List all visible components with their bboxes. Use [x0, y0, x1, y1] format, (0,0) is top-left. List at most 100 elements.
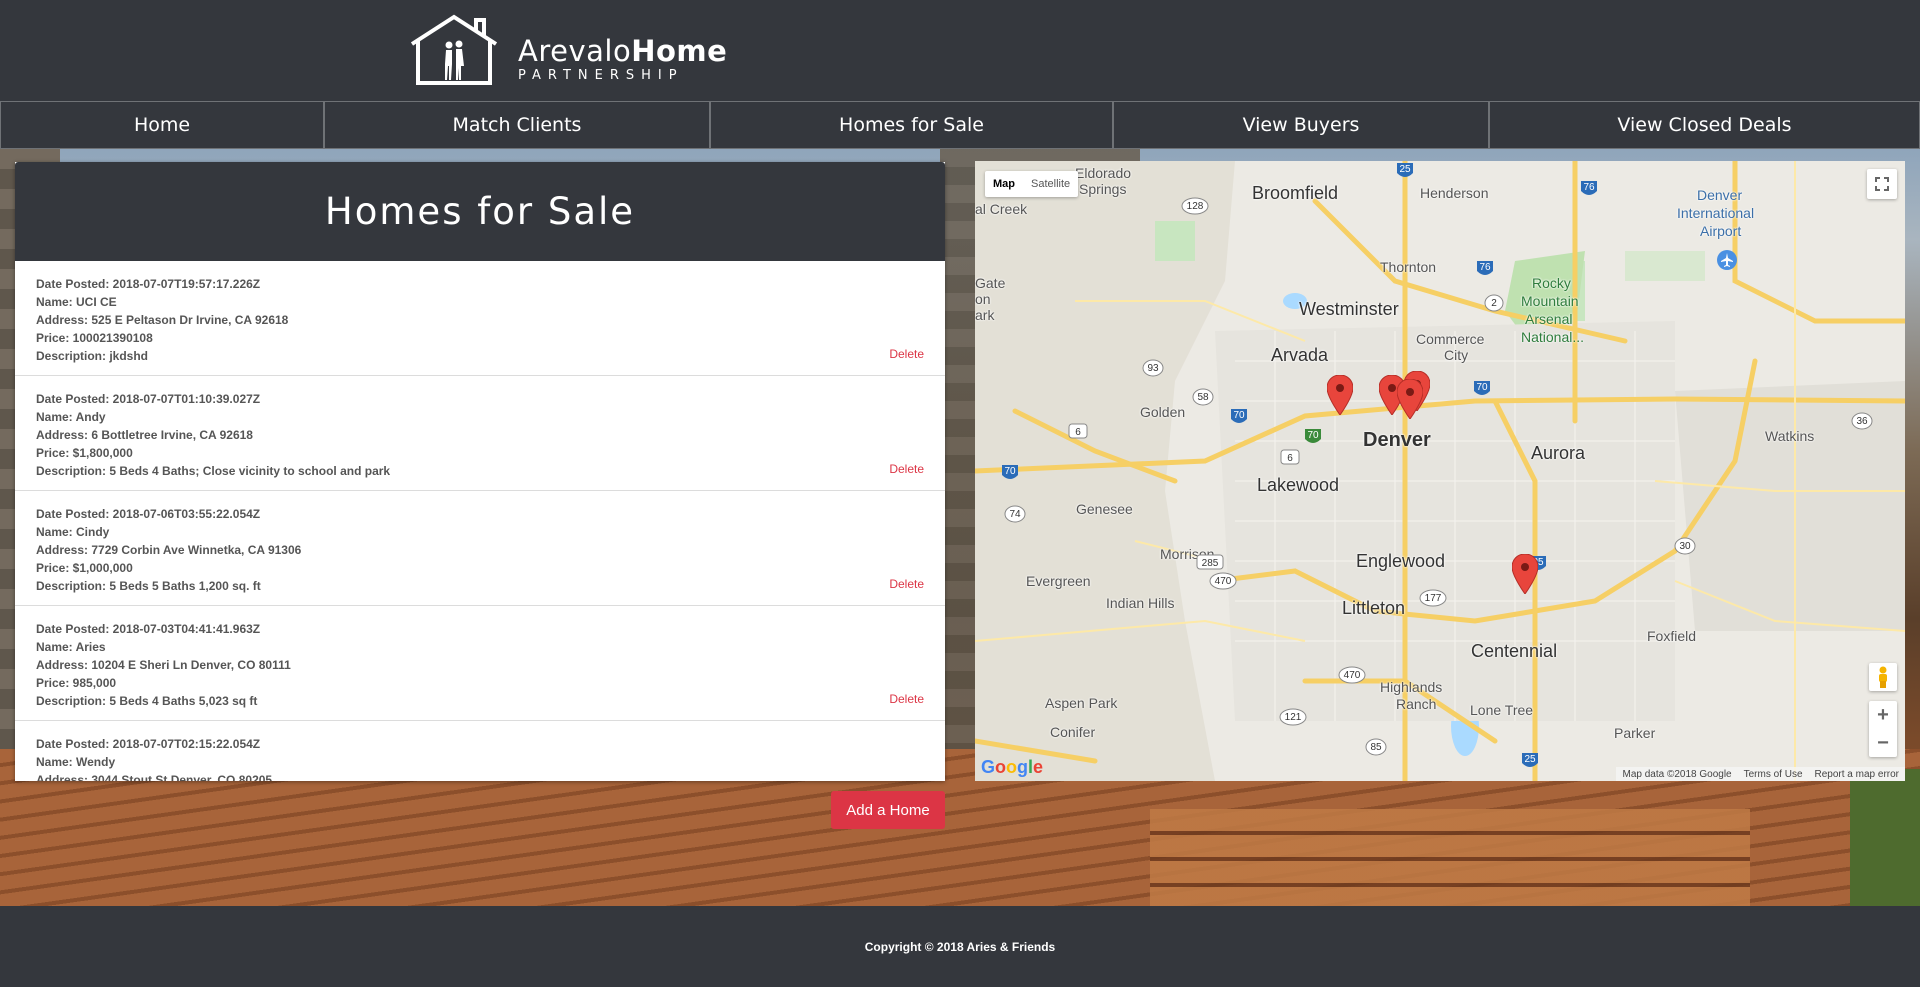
map-attribution: Map data ©2018 Google [1622, 768, 1732, 780]
google-logo[interactable]: Google [981, 757, 1043, 778]
brand-name-bold: Home [631, 34, 728, 68]
shield-label: 36 [1856, 416, 1868, 427]
listing-name: Name: Aries [36, 640, 106, 654]
shield-label: 30 [1679, 541, 1691, 552]
copyright-text: Copyright © 2018 Aries & Friends [864, 939, 1056, 954]
deck-steps [1150, 809, 1750, 906]
shield-label: 70 [1307, 430, 1319, 441]
listing-description: Description: 5 Beds 4 Baths; Close vicin… [36, 464, 391, 478]
listing-item: Date Posted: 2018-07-03T04:41:41.963Z Na… [15, 606, 945, 721]
shield-label: 85 [1370, 742, 1382, 753]
listing-name: Name: UCI CE [36, 295, 117, 309]
route-shield: 6 [1068, 423, 1088, 439]
listing-price: Price: 985,000 [36, 676, 117, 690]
listing-address: Address: 6 Bottletree Irvine, CA 92618 [36, 428, 253, 442]
shield-label: 470 [1344, 670, 1361, 681]
interstate-shield: 70 [1231, 409, 1247, 423]
zoom-out-button[interactable]: − [1869, 729, 1897, 757]
interstate-shield: 76 [1477, 261, 1493, 275]
nav-item-home[interactable]: Home [0, 102, 324, 149]
nav-item-homes-for-sale[interactable]: Homes for Sale [710, 102, 1113, 149]
add-home-button[interactable]: Add a Home [831, 791, 945, 829]
listing-date: Date Posted: 2018-07-07T19:57:17.226Z [36, 277, 261, 291]
shield-label: 2 [1491, 298, 1497, 309]
listing-list[interactable]: Date Posted: 2018-07-07T19:57:17.226Z Na… [15, 261, 945, 781]
main-nav: Home Match Clients Homes for Sale View B… [0, 101, 1920, 149]
route-shield: 74 [1004, 505, 1026, 523]
zoom-control: + − [1869, 701, 1897, 757]
airport-icon [1717, 250, 1737, 270]
terms-of-use-link[interactable]: Terms of Use [1744, 769, 1803, 780]
fullscreen-icon [1875, 177, 1889, 191]
nav-item-match-clients[interactable]: Match Clients [324, 102, 710, 149]
brand-wordmark: ArevaloHome PARTNERSHIP [518, 34, 727, 83]
interstate-shield: 70 [1002, 465, 1018, 479]
zoom-in-button[interactable]: + [1869, 701, 1897, 729]
listing-name: Name: Cindy [36, 525, 110, 539]
shield-label: 6 [1287, 453, 1293, 464]
shield-label: 74 [1009, 509, 1021, 520]
interstate-shield: 70 [1305, 429, 1321, 443]
nav-item-view-closed-deals[interactable]: View Closed Deals [1489, 102, 1920, 149]
house-logo-icon [410, 14, 498, 85]
fullscreen-button[interactable] [1867, 169, 1897, 199]
map-type-map-button[interactable]: Map [985, 171, 1023, 197]
shield-label: 25 [1399, 164, 1411, 175]
delete-button[interactable]: Delete [889, 347, 924, 361]
brand-name-light: Arevalo [518, 34, 632, 68]
route-shield: 470 [1209, 572, 1237, 590]
shield-label: 76 [1479, 262, 1491, 273]
brand-name: ArevaloHome [518, 34, 727, 68]
route-shield: 128 [1181, 197, 1209, 215]
map-marker-icon[interactable] [1327, 375, 1353, 415]
delete-button[interactable]: Delete [889, 577, 924, 591]
listing-address: Address: 10204 E Sheri Ln Denver, CO 801… [36, 658, 291, 672]
route-shield: 93 [1142, 359, 1164, 377]
map-attribution-bar: Map data ©2018 Google Terms of Use Repor… [1616, 767, 1905, 781]
shield-label: 70 [1004, 466, 1016, 477]
highway-shields: 25 76 128 76 2 93 58 70 70 70 6 6 36 70 … [1002, 163, 1873, 767]
street-view-pegman[interactable] [1869, 663, 1897, 691]
listing-description: Description: 5 Beds 4 Baths 5,023 sq ft [36, 694, 258, 708]
map-type-satellite-button[interactable]: Satellite [1023, 171, 1078, 197]
listing-price: Price: $1,000,000 [36, 561, 133, 575]
map-marker-icon[interactable] [1397, 379, 1423, 419]
route-shield: 2 [1484, 294, 1504, 312]
listing-name: Name: Andy [36, 410, 106, 424]
report-map-error-link[interactable]: Report a map error [1815, 769, 1899, 780]
listing-date: Date Posted: 2018-07-07T02:15:22.054Z [36, 737, 261, 751]
shield-label: 58 [1197, 392, 1209, 403]
route-shield: 30 [1674, 537, 1696, 555]
panel-header: Homes for Sale [15, 162, 945, 261]
shield-label: 177 [1425, 593, 1442, 604]
route-shield: 285 [1196, 554, 1224, 570]
interstate-shield: 76 [1581, 181, 1597, 195]
shield-label: 470 [1215, 576, 1232, 587]
listing-description: Description: jkdshd [36, 349, 149, 363]
shield-label: 93 [1147, 363, 1159, 374]
brand-tagline: PARTNERSHIP [518, 68, 684, 83]
nav-item-view-buyers[interactable]: View Buyers [1113, 102, 1489, 149]
listing-name: Name: Wendy [36, 755, 116, 769]
page-title: Homes for Sale [324, 190, 636, 233]
map-marker-icon[interactable] [1512, 554, 1538, 594]
interstate-shield: 70 [1474, 381, 1490, 395]
delete-button[interactable]: Delete [889, 462, 924, 476]
interstate-shield: 25 [1397, 163, 1413, 177]
lawn [1850, 769, 1920, 906]
listing-item: Date Posted: 2018-07-06T03:55:22.054Z Na… [15, 491, 945, 606]
listing-date: Date Posted: 2018-07-03T04:41:41.963Z [36, 622, 261, 636]
shield-label: 121 [1285, 712, 1302, 723]
route-shield: 36 [1851, 412, 1873, 430]
route-shield: 177 [1419, 589, 1447, 607]
site-header: ArevaloHome PARTNERSHIP [0, 0, 1920, 101]
listings-map[interactable]: Eldorado Springs Broomfield Henderson De… [975, 161, 1905, 781]
shield-label: 6 [1075, 427, 1081, 438]
listing-item: Date Posted: 2018-07-07T01:10:39.027Z Na… [15, 376, 945, 491]
homes-for-sale-panel: Homes for Sale Date Posted: 2018-07-07T1… [15, 162, 945, 781]
shield-label: 70 [1476, 382, 1488, 393]
brand-logo[interactable]: ArevaloHome PARTNERSHIP [408, 14, 727, 86]
listing-price: Price: $1,800,000 [36, 446, 133, 460]
shield-label: 70 [1233, 410, 1245, 421]
delete-button[interactable]: Delete [889, 692, 924, 706]
